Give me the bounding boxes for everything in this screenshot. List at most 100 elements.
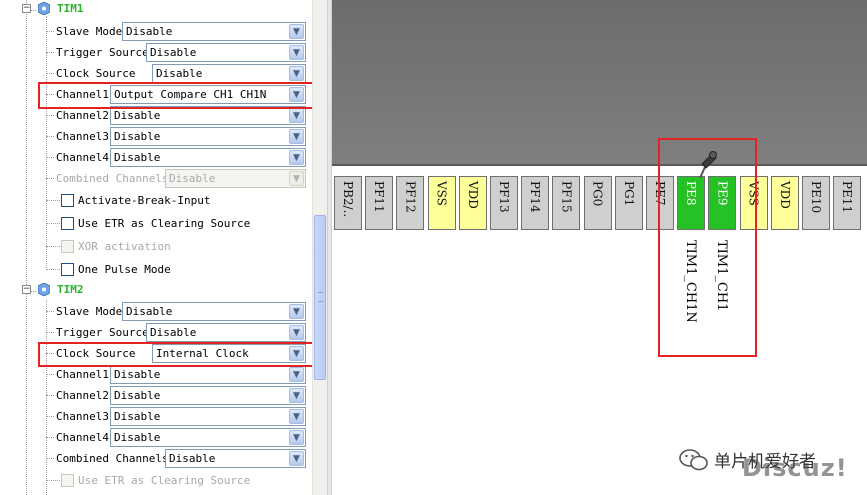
tim1-channel3-select[interactable]: Disable ▼ bbox=[110, 127, 306, 146]
tim1-group-header[interactable]: − TIM1 bbox=[0, 0, 312, 21]
chevron-down-icon[interactable]: ▼ bbox=[289, 367, 304, 382]
chevron-down-icon[interactable]: ▼ bbox=[289, 108, 304, 123]
tim2-combined-channels-row: Combined Channels Disable ▼ bbox=[0, 448, 312, 469]
pin-pf11[interactable]: PF11 bbox=[365, 176, 394, 230]
chevron-down-icon[interactable]: ▼ bbox=[289, 87, 304, 102]
pin-pf14[interactable]: PF14 bbox=[521, 176, 550, 230]
tim1-clock-source-select[interactable]: Disable ▼ bbox=[152, 64, 306, 83]
tim1-activate-break-row: Activate-Break-Input bbox=[0, 190, 312, 211]
pin-label: VDD bbox=[777, 181, 792, 209]
pin-label: VSS bbox=[746, 181, 761, 206]
pin-vss[interactable]: VSS bbox=[739, 176, 768, 230]
pin-vdd[interactable]: VDD bbox=[458, 176, 487, 230]
pin-vdd[interactable]: VDD bbox=[770, 176, 799, 230]
setting-label: Channel3 bbox=[56, 130, 109, 143]
setting-label: Trigger Source bbox=[56, 46, 149, 59]
tim2-channel1-row: Channel1 Disable ▼ bbox=[0, 364, 312, 385]
checkbox-label: XOR activation bbox=[78, 240, 171, 253]
tim2-channel3-select[interactable]: Disable ▼ bbox=[110, 407, 306, 426]
use-etr-clearing-checkbox[interactable] bbox=[61, 217, 74, 230]
chevron-down-icon[interactable]: ▼ bbox=[289, 388, 304, 403]
chevron-down-icon[interactable]: ▼ bbox=[289, 430, 304, 445]
pushpin-icon bbox=[699, 151, 717, 179]
pin-pg0[interactable]: PG0 bbox=[583, 176, 612, 230]
pin-label: PE11 bbox=[840, 181, 855, 214]
tim2-use-etr-row: Use ETR as Clearing Source bbox=[0, 470, 312, 491]
tim1-slave-mode-row: Slave Mode Disable ▼ bbox=[0, 21, 312, 42]
pin-label: PF14 bbox=[528, 181, 543, 213]
chevron-down-icon[interactable]: ▼ bbox=[289, 45, 304, 60]
setting-label: Channel2 bbox=[56, 109, 109, 122]
tim2-slave-mode-select[interactable]: Disable ▼ bbox=[122, 302, 306, 321]
setting-label: Channel1 bbox=[56, 368, 109, 381]
tim2-channel2-select[interactable]: Disable ▼ bbox=[110, 386, 306, 405]
tim1-channel4-row: Channel4 Disable ▼ bbox=[0, 147, 312, 168]
watermark: 单片机爱好者 Discuz! bbox=[672, 441, 862, 482]
tim1-xor-row: XOR activation bbox=[0, 236, 312, 257]
tim1-slave-mode-select[interactable]: Disable ▼ bbox=[122, 22, 306, 41]
xor-activation-checkbox bbox=[61, 240, 74, 253]
tim1-channel1-row: Channel1 Output Compare CH1 CH1N ▼ bbox=[0, 84, 312, 105]
activate-break-input-checkbox[interactable] bbox=[61, 194, 74, 207]
wechat-icon bbox=[679, 449, 708, 471]
chevron-down-icon[interactable]: ▼ bbox=[289, 24, 304, 39]
pin-pb2[interactable]: PB2/.. bbox=[334, 176, 362, 230]
chevron-down-icon[interactable]: ▼ bbox=[289, 150, 304, 165]
setting-label: Trigger Source bbox=[56, 326, 149, 339]
tim1-use-etr-row: Use ETR as Clearing Source bbox=[0, 213, 312, 234]
chevron-down-icon[interactable]: ▼ bbox=[289, 129, 304, 144]
pin-pe10[interactable]: PE10 bbox=[802, 176, 830, 230]
collapse-icon[interactable]: − bbox=[22, 285, 31, 294]
pin-label: PE8 bbox=[684, 181, 699, 206]
tim2-trigger-source-row: Trigger Source Disable ▼ bbox=[0, 322, 312, 343]
tim1-channel4-select[interactable]: Disable ▼ bbox=[110, 148, 306, 167]
pin-pf12[interactable]: PF12 bbox=[396, 176, 425, 230]
tim2-channel4-row: Channel4 Disable ▼ bbox=[0, 427, 312, 448]
tim1-channel3-row: Channel3 Disable ▼ bbox=[0, 126, 312, 147]
pin-pe7[interactable]: PE7 bbox=[646, 176, 674, 230]
tim1-title: TIM1 bbox=[57, 2, 84, 15]
pin-pf13[interactable]: PF13 bbox=[490, 176, 518, 230]
grip-icon bbox=[318, 292, 323, 302]
tim2-group-header[interactable]: − TIM2 bbox=[0, 281, 312, 302]
tim2-channel1-select[interactable]: Disable ▼ bbox=[110, 365, 306, 384]
tim2-clock-source-select[interactable]: Internal Clock ▼ bbox=[152, 344, 306, 363]
tim1-trigger-source-select[interactable]: Disable ▼ bbox=[146, 43, 306, 62]
chevron-down-icon[interactable]: ▼ bbox=[289, 325, 304, 340]
tim1-trigger-source-row: Trigger Source Disable ▼ bbox=[0, 42, 312, 63]
chevron-down-icon[interactable]: ▼ bbox=[289, 409, 304, 424]
pin-pe8[interactable]: PE8 bbox=[677, 176, 706, 230]
pin-label: PG1 bbox=[621, 181, 636, 207]
chevron-down-icon[interactable]: ▼ bbox=[289, 346, 304, 361]
pin-vss[interactable]: VSS bbox=[427, 176, 456, 230]
chevron-down-icon[interactable]: ▼ bbox=[289, 304, 304, 319]
tim1-one-pulse-row: One Pulse Mode bbox=[0, 259, 312, 280]
setting-label: Combined Channels bbox=[56, 452, 169, 465]
tim2-combined-channels-select[interactable]: Disable ▼ bbox=[165, 449, 306, 468]
one-pulse-mode-checkbox[interactable] bbox=[61, 263, 74, 276]
collapse-icon[interactable]: − bbox=[22, 4, 31, 13]
config-tree-panel: − TIM1 Slave Mode Disable ▼ Trigger Sour… bbox=[0, 0, 312, 495]
pin-label: VDD bbox=[465, 181, 480, 209]
peripheral-icon bbox=[38, 2, 50, 15]
scrollbar-thumb[interactable] bbox=[314, 215, 326, 380]
chevron-down-icon: ▼ bbox=[289, 171, 304, 186]
chip-pinout-view: PB2/.. PF11 PF12 VSS VDD PF13 PF14 PF15 PG0 PG1 PE… bbox=[332, 0, 867, 495]
pin-pe11[interactable]: PE11 bbox=[833, 176, 862, 230]
chevron-down-icon[interactable]: ▼ bbox=[289, 451, 304, 466]
tim2-channel4-select[interactable]: Disable ▼ bbox=[110, 428, 306, 447]
chevron-down-icon[interactable]: ▼ bbox=[289, 66, 304, 81]
tim1-channel2-select[interactable]: Disable ▼ bbox=[110, 106, 306, 125]
pin-pg1[interactable]: PG1 bbox=[614, 176, 643, 230]
vertical-scrollbar[interactable] bbox=[312, 0, 327, 495]
pin-pf15[interactable]: PF15 bbox=[552, 176, 581, 230]
peripheral-icon bbox=[38, 283, 50, 296]
pin-label: PF15 bbox=[559, 181, 574, 213]
tim2-trigger-source-select[interactable]: Disable ▼ bbox=[146, 323, 306, 342]
tim1-channel1-select[interactable]: Output Compare CH1 CH1N ▼ bbox=[110, 85, 306, 104]
pin-pe9[interactable]: PE9 bbox=[708, 176, 737, 230]
setting-label: Channel4 bbox=[56, 151, 109, 164]
mcu-chip-body bbox=[332, 0, 867, 166]
checkbox-label: Use ETR as Clearing Source bbox=[78, 474, 251, 487]
setting-label: Slave Mode bbox=[56, 25, 123, 38]
